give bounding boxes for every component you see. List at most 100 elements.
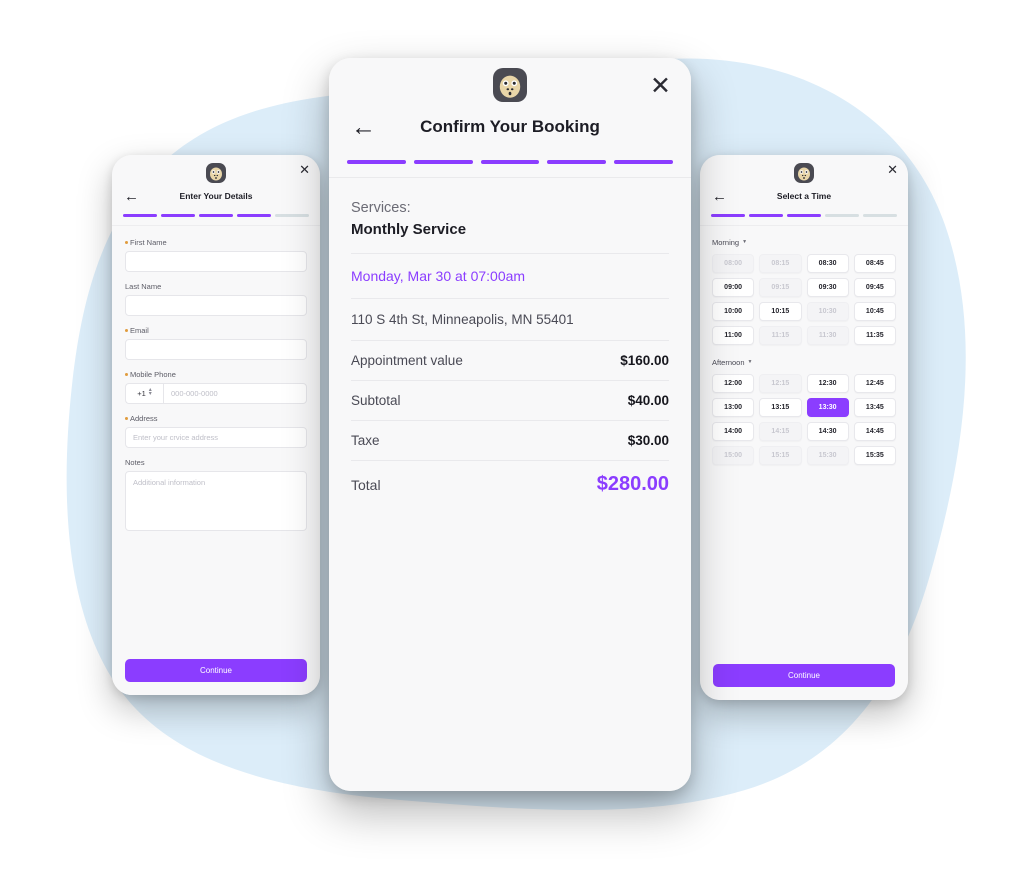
- gorilla-logo-icon: [794, 163, 814, 183]
- chevron-down-icon: ▼: [747, 359, 753, 365]
- last-name-input[interactable]: [125, 294, 307, 316]
- select-time-panel: ✕ ← Select a Time Morning ▼ 08:00 08:15 08…: [700, 155, 908, 700]
- services-label: Services:: [351, 200, 411, 216]
- time-slot-1330[interactable]: 13:30: [806, 397, 849, 417]
- details-form: First Name Last Name Email Mobile Phone …: [112, 226, 320, 536]
- notes-label: Notes: [125, 458, 307, 467]
- time-slot-1215: 12:15: [759, 373, 802, 393]
- progress-step: [863, 214, 897, 217]
- time-slot-1135[interactable]: 11:35: [853, 325, 896, 345]
- time-slot-1345[interactable]: 13:45: [853, 397, 896, 417]
- country-code-value: +1: [137, 388, 146, 398]
- summary-row: Subtotal $40.00: [351, 381, 669, 421]
- required-dot-icon: [125, 328, 128, 332]
- time-slot-1030: 10:30: [806, 301, 849, 321]
- tax-amount: $30.00: [627, 433, 669, 448]
- left-progress-indicator: [123, 214, 309, 217]
- right-panel-header: ✕ ← Select a Time: [700, 155, 908, 226]
- subtotal-amount: $40.00: [627, 393, 669, 408]
- time-slot-1430[interactable]: 14:30: [806, 421, 849, 441]
- continue-button[interactable]: Continue: [125, 659, 307, 682]
- mobile-phone-label: Mobile Phone: [125, 370, 307, 379]
- back-arrow-icon[interactable]: ←: [712, 189, 727, 204]
- afternoon-section: Afternoon ▼ 12:00 12:15 12:30 12:45 13:00 13:…: [712, 358, 896, 465]
- progress-step: [123, 214, 157, 217]
- required-dot-icon: [125, 372, 128, 376]
- left-panel-footer: Continue: [112, 649, 320, 695]
- chevron-down-icon: ▼: [742, 239, 748, 245]
- time-slot-1200[interactable]: 12:00: [712, 373, 755, 393]
- close-icon[interactable]: ✕: [299, 163, 310, 176]
- first-name-input[interactable]: [125, 250, 307, 272]
- time-slot-1315[interactable]: 13:15: [759, 397, 802, 417]
- back-arrow-icon[interactable]: ←: [124, 189, 139, 204]
- progress-step: [547, 160, 607, 164]
- progress-step: [347, 160, 406, 164]
- time-slot-0915: 09:15: [759, 277, 802, 297]
- gorilla-logo-icon: [493, 68, 527, 102]
- close-icon[interactable]: ✕: [650, 74, 671, 99]
- right-panel-body: Morning ▼ 08:00 08:15 08:30 08:45 09:00 09:15…: [700, 225, 908, 654]
- first-name-field: First Name: [125, 238, 307, 272]
- progress-step: [161, 214, 195, 217]
- morning-section-header[interactable]: Morning ▼: [712, 238, 896, 247]
- time-slot-0900[interactable]: 09:00: [712, 277, 755, 297]
- time-slot-1415: 14:15: [759, 421, 802, 441]
- progress-step: [787, 214, 821, 217]
- email-input[interactable]: [125, 338, 307, 360]
- progress-step: [199, 214, 233, 217]
- time-slot-1245[interactable]: 12:45: [853, 373, 896, 393]
- notes-textarea[interactable]: [125, 470, 307, 531]
- time-slot-1045[interactable]: 10:45: [853, 301, 896, 321]
- back-arrow-icon[interactable]: ←: [351, 114, 376, 140]
- time-slot-1300[interactable]: 13:00: [712, 397, 755, 417]
- time-slot-1130: 11:30: [806, 325, 849, 345]
- last-name-label-text: Last Name: [125, 281, 162, 291]
- continue-button[interactable]: Continue: [713, 664, 895, 687]
- last-name-field: Last Name: [125, 282, 307, 316]
- first-name-label-text: First Name: [130, 237, 167, 247]
- time-slot-1000[interactable]: 10:00: [712, 301, 755, 321]
- time-slot-sections: Morning ▼ 08:00 08:15 08:30 08:45 09:00 09:15…: [700, 226, 908, 465]
- right-panel-title-row: ← Select a Time: [700, 185, 908, 207]
- address-field: Address: [125, 414, 307, 448]
- center-panel-header: ✕ ← Confirm Your Booking: [329, 58, 691, 178]
- time-slot-0815: 08:15: [759, 253, 802, 273]
- email-label-text: Email: [130, 325, 149, 335]
- morning-section: Morning ▼ 08:00 08:15 08:30 08:45 09:00 09:15…: [712, 238, 896, 345]
- summary-row: Taxe $30.00: [351, 421, 669, 461]
- time-slot-0830[interactable]: 08:30: [806, 253, 849, 273]
- close-icon[interactable]: ✕: [887, 163, 898, 176]
- time-slot-0945[interactable]: 09:45: [853, 277, 896, 297]
- time-slot-1535[interactable]: 15:35: [853, 445, 896, 465]
- appointment-value-label: Appointment value: [351, 353, 463, 368]
- progress-step: [275, 214, 309, 217]
- time-slot-1230[interactable]: 12:30: [806, 373, 849, 393]
- afternoon-slot-grid: 12:00 12:15 12:30 12:45 13:00 13:15 13:30 13:45…: [712, 373, 896, 465]
- time-slot-1530: 15:30: [806, 445, 849, 465]
- afternoon-section-label: Afternoon: [712, 357, 745, 367]
- time-slot-1100[interactable]: 11:00: [712, 325, 755, 345]
- time-slot-0930[interactable]: 09:30: [806, 277, 849, 297]
- morning-slot-grid: 08:00 08:15 08:30 08:45 09:00 09:15 09:30 09:45…: [712, 253, 896, 345]
- phone-number-input[interactable]: [163, 382, 307, 404]
- appointment-datetime: Monday, Mar 30 at 07:00am: [351, 254, 669, 299]
- page-title: Select a Time: [776, 191, 832, 201]
- progress-step: [711, 214, 745, 217]
- enter-details-panel: ✕ ← Enter Your Details First Name Last N…: [112, 155, 320, 695]
- country-code-select[interactable]: +1 ▴ ▾: [125, 382, 163, 404]
- afternoon-section-header[interactable]: Afternoon ▼: [712, 358, 896, 367]
- progress-step: [413, 160, 473, 164]
- time-slot-0845[interactable]: 08:45: [853, 253, 896, 273]
- stepper-icon: ▴ ▾: [148, 387, 152, 397]
- time-slot-1015[interactable]: 10:15: [759, 301, 802, 321]
- address-input[interactable]: [125, 426, 307, 448]
- progress-step: [480, 160, 540, 164]
- progress-step: [825, 214, 859, 217]
- mobile-phone-label-text: Mobile Phone: [130, 369, 176, 379]
- progress-step: [237, 214, 271, 217]
- time-slot-1445[interactable]: 14:45: [853, 421, 896, 441]
- time-slot-1400[interactable]: 14:00: [712, 421, 755, 441]
- total-amount: $280.00: [596, 473, 669, 495]
- appointment-value-amount: $160.00: [620, 353, 669, 368]
